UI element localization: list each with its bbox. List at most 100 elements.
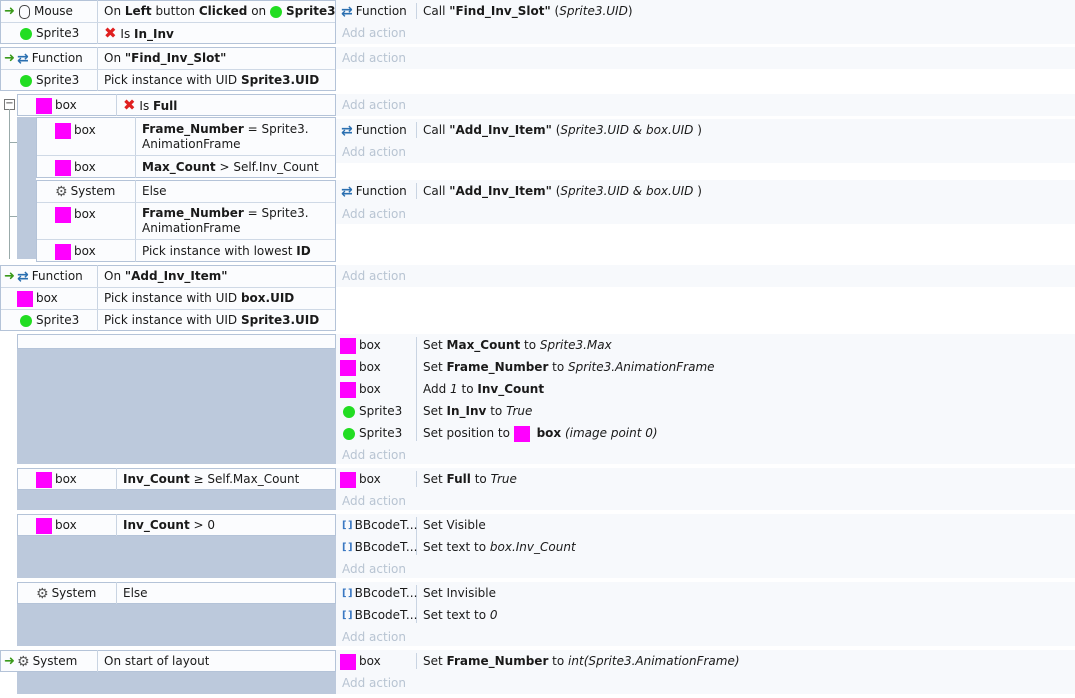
event-2-cond-1[interactable]: On "Find_Inv_Slot": [104, 47, 226, 69]
event-9-action-1[interactable]: Set Frame_Number to int(Sprite3.Animatio…: [423, 650, 740, 672]
event-8-cond-1-object[interactable]: ⚙ System: [36, 582, 96, 604]
add-action-link[interactable]: Add action: [342, 203, 406, 225]
event-9-cond-1[interactable]: On start of layout: [104, 650, 209, 672]
add-action-link[interactable]: Add action: [342, 47, 406, 69]
trigger-arrow-icon: ➜: [4, 654, 15, 669]
event-7-action-2[interactable]: Set text to box.Inv_Count: [423, 536, 576, 558]
event-5-action-5-object[interactable]: Sprite3: [343, 422, 402, 444]
add-action-link[interactable]: Add action: [342, 626, 406, 648]
object-name: box: [359, 338, 381, 352]
event-9-action-1-object[interactable]: box: [340, 650, 381, 672]
event-7-action-2-object[interactable]: [ ] BBcodeT...: [342, 536, 417, 558]
event-5-action-2[interactable]: Set Frame_Number to Sprite3.AnimationFra…: [423, 356, 715, 378]
event-3b-cond-2-object[interactable]: box: [55, 203, 96, 225]
event-7-cond-1[interactable]: Inv_Count > 0: [123, 514, 215, 536]
event-4-cond-3[interactable]: Pick instance with UID Sprite3.UID: [104, 309, 319, 331]
event-4-cond-1-object[interactable]: ⇄ Function: [17, 265, 83, 287]
event-3a-cond-2[interactable]: Max_Count > Self.Inv_Count: [142, 156, 319, 178]
function-icon: ⇄: [341, 122, 353, 139]
add-action-link[interactable]: Add action: [342, 444, 406, 466]
event-1-cond-2[interactable]: ✖ Is In_Inv: [104, 22, 174, 44]
object-name: box: [36, 291, 58, 305]
event-6-action-1[interactable]: Set Full to True: [423, 468, 517, 490]
event-4-cond-2[interactable]: Pick instance with UID box.UID: [104, 287, 294, 309]
event-6-action-1-object[interactable]: box: [340, 468, 381, 490]
event-1-cond-2-object[interactable]: Sprite3: [20, 22, 79, 44]
event-3b-cond-3[interactable]: Pick instance with lowest ID: [142, 240, 311, 262]
object-name: Sprite3: [36, 26, 80, 40]
box-sprite-icon: [340, 359, 356, 376]
text: Set: [423, 654, 447, 668]
event-8-cond-1[interactable]: Else: [123, 582, 148, 604]
event-6-cond-1-object[interactable]: box: [36, 468, 77, 490]
event-3a-action-1[interactable]: Call "Add_Inv_Item" (Sprite3.UID & box.U…: [423, 119, 702, 141]
object-name: box: [359, 382, 381, 396]
box-sprite-icon: [36, 97, 52, 114]
event-9-cond-1-object[interactable]: ⚙ System: [17, 650, 77, 672]
event-5-action-3[interactable]: Add 1 to Inv_Count: [423, 378, 544, 400]
event-1-cond-1-object[interactable]: Mouse: [19, 0, 73, 22]
function-icon: ⇄: [17, 50, 29, 67]
event-3b-cond-1-object[interactable]: ⚙ System: [55, 180, 115, 202]
event-1-cond-1[interactable]: On Left button Clicked on Sprite3: [104, 0, 335, 22]
event-5-action-2-object[interactable]: box: [340, 356, 381, 378]
gear-icon: ⚙: [55, 183, 68, 200]
add-action-link[interactable]: Add action: [342, 22, 406, 44]
event-6-cond-1[interactable]: Inv_Count ≥ Self.Max_Count: [123, 468, 299, 490]
event-2-cond-1-object[interactable]: ⇄ Function: [17, 47, 83, 69]
event-5-action-1-object[interactable]: box: [340, 334, 381, 356]
text: Set: [423, 404, 447, 418]
event-3b-action-1-object[interactable]: ⇄ Function: [341, 180, 407, 202]
event-1-action-1[interactable]: Call "Find_Inv_Slot" (Sprite3.UID): [423, 0, 633, 22]
event-3a-cond-1-object[interactable]: box: [55, 119, 96, 141]
event-5-action-4-object[interactable]: Sprite3: [343, 400, 402, 422]
text: "Find_Inv_Slot": [449, 4, 551, 18]
event-7-cond-1-object[interactable]: box: [36, 514, 77, 536]
event-5-action-5[interactable]: Set position to box (image point 0): [423, 422, 658, 444]
event-3a-action-1-object[interactable]: ⇄ Function: [341, 119, 407, 141]
add-action-link[interactable]: Add action: [342, 490, 406, 512]
event-5-conditions[interactable]: [17, 334, 336, 349]
event-1-action-1-object[interactable]: ⇄ Function: [341, 0, 407, 22]
event-3a-cond-1[interactable]: Frame_Number = Sprite3. AnimationFrame: [142, 122, 309, 152]
event-3-actions: [336, 94, 1075, 116]
box-sprite-icon: [513, 425, 530, 442]
bbcode-text-icon: [ ]: [342, 587, 353, 599]
add-action-link[interactable]: Add action: [342, 265, 406, 287]
event-3b-cond-2[interactable]: Frame_Number = Sprite3. AnimationFrame: [142, 206, 309, 236]
event-3-cond-1[interactable]: ✖ Is Full: [123, 94, 177, 116]
event-8-action-2[interactable]: Set text to 0: [423, 604, 498, 626]
event-7-action-1[interactable]: Set Visible: [423, 514, 486, 536]
event-8-action-1[interactable]: Set Invisible: [423, 582, 496, 604]
event-5-action-1[interactable]: Set Max_Count to Sprite3.Max: [423, 334, 612, 356]
event-7-action-1-object[interactable]: [ ] BBcodeT...: [342, 514, 417, 536]
object-name: box: [74, 160, 96, 174]
add-action-link[interactable]: Add action: [342, 94, 406, 116]
text: Frame_Number: [446, 654, 549, 668]
event-4-cond-3-object[interactable]: Sprite3: [20, 309, 79, 331]
text: Sprite3.UID & box.UID: [560, 123, 694, 137]
event-8-action-1-object[interactable]: [ ] BBcodeT...: [342, 582, 417, 604]
event-5-action-3-object[interactable]: box: [340, 378, 381, 400]
event-8-action-2-object[interactable]: [ ] BBcodeT...: [342, 604, 417, 626]
event-3b-cond-1[interactable]: Else: [142, 180, 167, 202]
event-3a-cond-2-object[interactable]: box: [55, 156, 96, 178]
box-sprite-icon: [340, 381, 356, 398]
event-3-cond-1-object[interactable]: box: [36, 94, 77, 116]
event-5-action-4[interactable]: Set In_Inv to True: [423, 400, 532, 422]
text: Inv_Count: [477, 382, 545, 396]
trigger-arrow-icon: ➜: [4, 4, 15, 19]
text: ): [693, 123, 702, 137]
add-action-link[interactable]: Add action: [342, 558, 406, 580]
add-action-link[interactable]: Add action: [342, 141, 406, 163]
event-3b-cond-3-object[interactable]: box: [55, 240, 96, 262]
text: box: [536, 426, 562, 440]
event-3b-action-1[interactable]: Call "Add_Inv_Item" (Sprite3.UID & box.U…: [423, 180, 702, 202]
event-2-cond-2[interactable]: Pick instance with UID Sprite3.UID: [104, 69, 319, 91]
event-2-cond-2-object[interactable]: Sprite3: [20, 69, 79, 91]
event-4-cond-2-object[interactable]: box: [17, 287, 58, 309]
add-action-link[interactable]: Add action: [342, 672, 406, 694]
event-4-cond-1[interactable]: On "Add_Inv_Item": [104, 265, 228, 287]
box-sprite-icon: [55, 122, 71, 139]
bbcode-text-icon: [ ]: [342, 541, 353, 553]
